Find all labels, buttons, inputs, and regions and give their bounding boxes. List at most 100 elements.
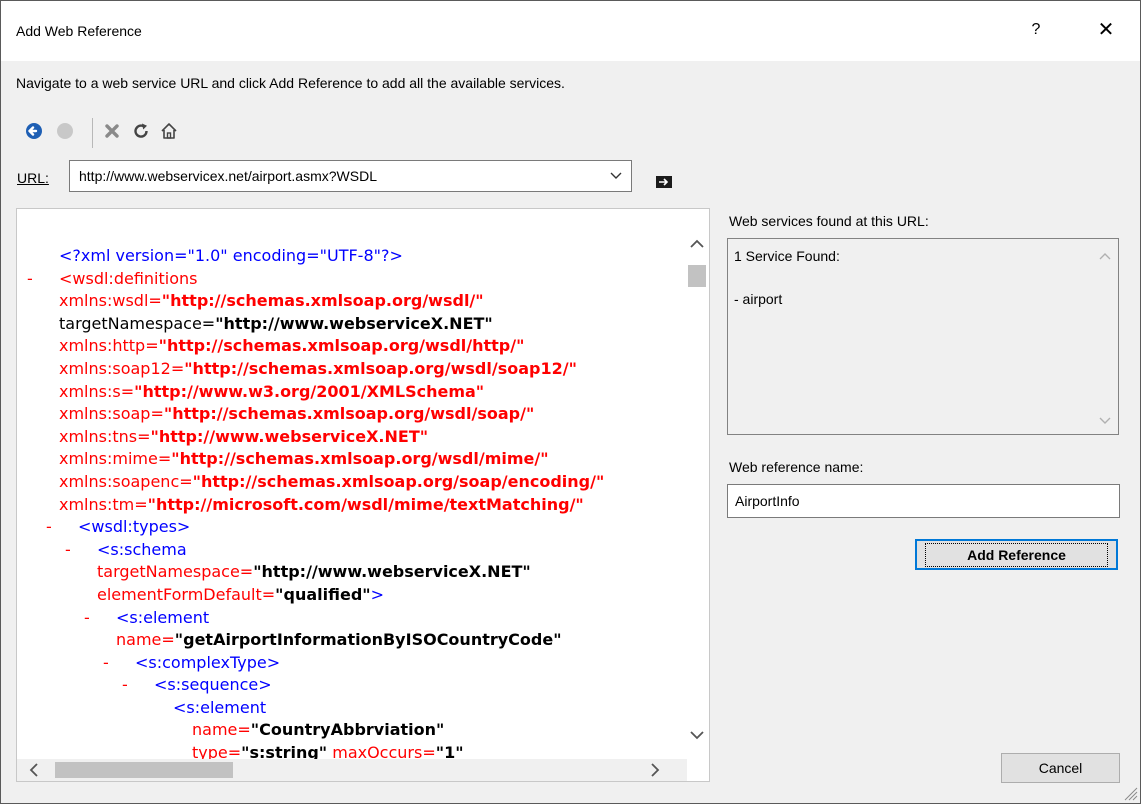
chevron-up-icon[interactable] xyxy=(1098,249,1112,263)
scroll-down-icon[interactable] xyxy=(685,725,709,745)
collapse-toggle[interactable]: - xyxy=(122,674,128,697)
url-value: http://www.webservicex.net/airport.asmx?… xyxy=(79,168,377,184)
xml-line-text: <?xml version="1.0" encoding="UTF-8"?> xyxy=(59,245,403,268)
xml-line-text: elementFormDefault="qualified"> xyxy=(97,584,384,607)
xml-line: xmlns:tm="http://microsoft.com/wsdl/mime… xyxy=(17,494,687,517)
refresh-icon[interactable] xyxy=(130,118,152,144)
xml-line: xmlns:wsdl="http://schemas.xmlsoap.org/w… xyxy=(17,290,687,313)
instructions-text: Navigate to a web service URL and click … xyxy=(16,75,565,91)
services-found-list[interactable]: 1 Service Found: - airport xyxy=(727,238,1119,435)
help-button[interactable]: ? xyxy=(1021,15,1051,45)
xml-line-text: <s:schema xyxy=(97,539,187,562)
xml-token: <wsdl:definitions xyxy=(59,268,198,288)
xml-line-text: name="getAirportInformationByISOCountryC… xyxy=(116,629,562,652)
xml-line-text: targetNamespace="http://www.webserviceX.… xyxy=(59,313,493,336)
xml-line-text: targetNamespace="http://www.webserviceX.… xyxy=(97,561,531,584)
xml-line-text: <s:sequence> xyxy=(154,674,272,697)
xml-token: xmlns:http= xyxy=(59,336,159,356)
wsdl-preview-pane[interactable]: <?xml version="1.0" encoding="UTF-8"?> - <… xyxy=(16,208,710,782)
xml-token: <s:complexType> xyxy=(135,652,281,672)
xml-token: xmlns:mime= xyxy=(59,449,172,469)
reference-name-label: Web reference name: xyxy=(729,459,864,475)
home-icon[interactable] xyxy=(158,118,180,144)
xml-line-text: name="CountryAbbrviation" xyxy=(192,719,444,742)
xml-line-text: xmlns:s="http://www.w3.org/2001/XMLSchem… xyxy=(59,381,484,404)
xml-token: name= xyxy=(116,630,175,650)
xml-line: <s:element xyxy=(17,697,687,720)
chevron-down-icon[interactable] xyxy=(605,164,627,188)
reference-name-input[interactable] xyxy=(727,484,1120,518)
xml-line-text: <s:element xyxy=(173,697,266,720)
xml-token: "http://schemas.xmlsoap.org/wsdl/soap12/… xyxy=(184,358,577,378)
xml-token: "qualified" xyxy=(275,584,371,604)
vertical-scrollbar[interactable] xyxy=(685,223,709,763)
add-reference-label: Add Reference xyxy=(925,542,1108,567)
title-bar: Add Web Reference ? ✕ xyxy=(1,1,1140,61)
stop-icon[interactable] xyxy=(101,118,123,144)
scroll-up-icon[interactable] xyxy=(685,233,709,253)
add-reference-button[interactable]: Add Reference xyxy=(915,539,1118,570)
xml-token: "getAirportInformationByISOCountryCode" xyxy=(174,630,562,650)
xml-line-text: xmlns:tm="http://microsoft.com/wsdl/mime… xyxy=(59,494,584,517)
url-combobox[interactable]: http://www.webservicex.net/airport.asmx?… xyxy=(69,160,632,192)
xml-token: name= xyxy=(192,720,251,740)
xml-line-text: xmlns:http="http://schemas.xmlsoap.org/w… xyxy=(59,335,524,358)
xml-token: <s:element xyxy=(173,697,267,717)
collapse-toggle[interactable]: - xyxy=(65,539,71,562)
scroll-right-icon[interactable] xyxy=(645,761,665,779)
xml-line: <?xml version="1.0" encoding="UTF-8"?> xyxy=(17,245,687,268)
xml-line: - <s:sequence> xyxy=(17,674,687,697)
xml-token: "http://schemas.xmlsoap.org/soap/encodin… xyxy=(192,471,605,491)
xml-token: elementFormDefault= xyxy=(97,584,276,604)
xml-token: > xyxy=(370,584,385,604)
xml-line: xmlns:soap="http://schemas.xmlsoap.org/w… xyxy=(17,403,687,426)
xml-token: "http://schemas.xmlsoap.org/wsdl/" xyxy=(161,291,484,311)
scroll-left-icon[interactable] xyxy=(23,761,43,779)
xml-token: <wsdl:types> xyxy=(78,517,191,537)
xml-line-text: xmlns:wsdl="http://schemas.xmlsoap.org/w… xyxy=(59,290,484,313)
collapse-toggle[interactable]: - xyxy=(46,516,52,539)
back-icon[interactable] xyxy=(23,118,45,144)
resize-grip-icon[interactable] xyxy=(1122,785,1138,801)
xml-line-text: <wsdl:definitions xyxy=(59,268,197,291)
navigation-toolbar xyxy=(23,118,223,148)
xml-token: xmlns:soapenc= xyxy=(59,471,193,491)
horizontal-scrollbar[interactable] xyxy=(17,759,687,781)
xml-line: name="CountryAbbrviation" xyxy=(17,719,687,742)
collapse-toggle[interactable]: - xyxy=(27,268,33,291)
go-arrow-icon[interactable] xyxy=(655,175,673,189)
xml-token: "CountryAbbrviation" xyxy=(250,720,445,740)
xml-line: xmlns:mime="http://schemas.xmlsoap.org/w… xyxy=(17,448,687,471)
xml-line: xmlns:tns="http://www.webserviceX.NET" xyxy=(17,426,687,449)
collapse-toggle[interactable]: - xyxy=(103,652,109,675)
xml-line: name="getAirportInformationByISOCountryC… xyxy=(17,629,687,652)
xml-line: xmlns:http="http://schemas.xmlsoap.org/w… xyxy=(17,335,687,358)
xml-token: <s:schema xyxy=(97,539,187,559)
xml-line: xmlns:soapenc="http://schemas.xmlsoap.or… xyxy=(17,471,687,494)
xml-token: "http://microsoft.com/wsdl/mime/textMatc… xyxy=(147,494,584,514)
xml-line: elementFormDefault="qualified"> xyxy=(17,584,687,607)
xml-token: xmlns:s= xyxy=(59,381,135,401)
xml-line: xmlns:soap12="http://schemas.xmlsoap.org… xyxy=(17,358,687,381)
cancel-button[interactable]: Cancel xyxy=(1001,753,1120,783)
xml-token: "http://www.w3.org/2001/XMLSchema" xyxy=(134,381,485,401)
xml-document: <?xml version="1.0" encoding="UTF-8"?> - <… xyxy=(17,245,687,765)
xml-line-text: <s:complexType> xyxy=(135,652,280,675)
xml-line-text: <wsdl:types> xyxy=(78,516,190,539)
xml-line-text: xmlns:soapenc="http://schemas.xmlsoap.or… xyxy=(59,471,604,494)
service-count: 1 Service Found: xyxy=(734,248,840,264)
close-button[interactable]: ✕ xyxy=(1086,15,1126,45)
window-title: Add Web Reference xyxy=(16,23,142,39)
horizontal-scroll-thumb[interactable] xyxy=(55,762,233,778)
chevron-down-icon[interactable] xyxy=(1098,414,1112,428)
xml-line: targetNamespace="http://www.webserviceX.… xyxy=(17,313,687,336)
vertical-scroll-thumb[interactable] xyxy=(688,265,706,287)
forward-icon[interactable] xyxy=(54,118,76,144)
xml-line-text: xmlns:soap12="http://schemas.xmlsoap.org… xyxy=(59,358,577,381)
xml-token: "http://schemas.xmlsoap.org/wsdl/soap/" xyxy=(163,404,535,424)
xml-line-text: xmlns:mime="http://schemas.xmlsoap.org/w… xyxy=(59,448,549,471)
collapse-toggle[interactable]: - xyxy=(84,607,90,630)
xml-line: - <s:complexType> xyxy=(17,652,687,675)
xml-line-text: xmlns:soap="http://schemas.xmlsoap.org/w… xyxy=(59,403,534,426)
xml-token: <?xml version="1.0" encoding="UTF-8"?> xyxy=(59,246,403,265)
